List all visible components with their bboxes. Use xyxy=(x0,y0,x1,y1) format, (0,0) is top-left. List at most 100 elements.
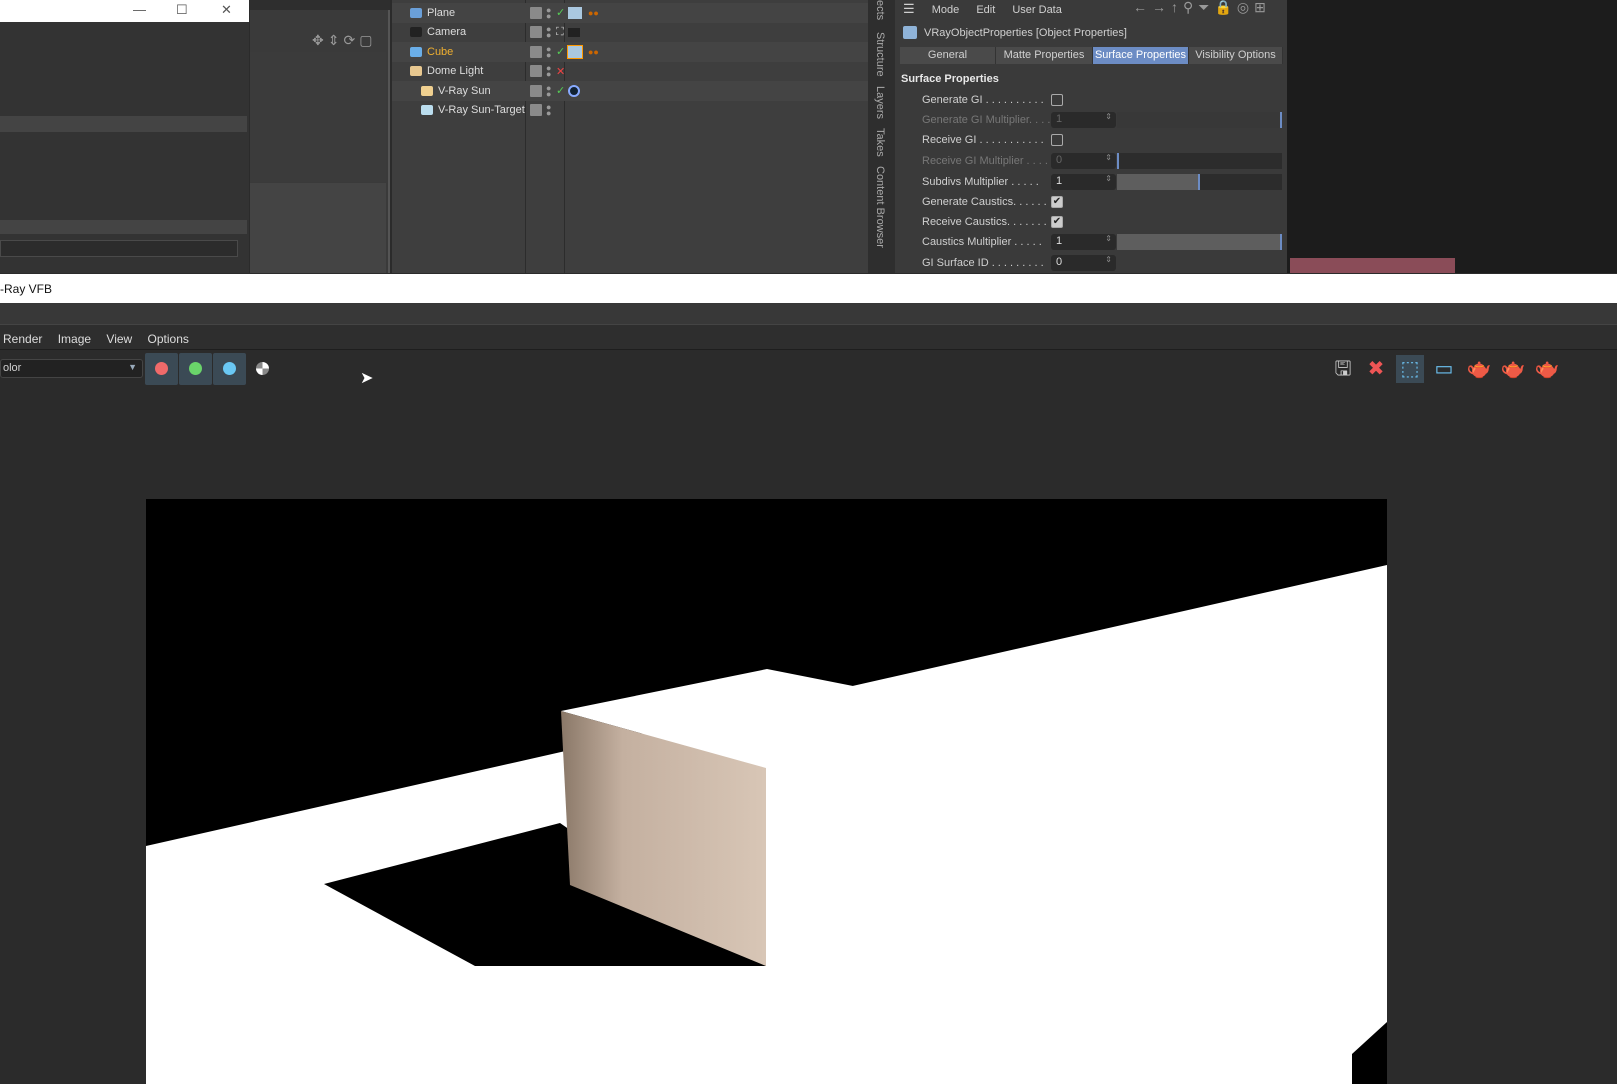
vray-tag-icon[interactable] xyxy=(568,6,582,19)
object-row[interactable]: Cube ● ● ✓ ●● xyxy=(392,42,868,62)
tab-general[interactable]: General xyxy=(900,47,996,64)
channel-select[interactable]: olor ▼ xyxy=(0,359,143,378)
status-check-icon[interactable]: ✓ xyxy=(556,84,565,97)
menu-options[interactable]: Options xyxy=(148,332,189,346)
vfb-titlebar: -Ray VFB xyxy=(0,274,1617,303)
menu-edit[interactable]: Edit xyxy=(976,4,995,16)
prop-number-field[interactable]: 0 ⇕ xyxy=(1051,255,1116,271)
object-name[interactable]: Cube xyxy=(427,46,453,58)
alpha-channel-icon[interactable] xyxy=(256,362,269,375)
vfb-title: -Ray VFB xyxy=(0,282,53,296)
visibility-dots-icon[interactable]: ● ● xyxy=(546,44,551,59)
menu-render[interactable]: Render xyxy=(3,332,42,346)
prop-number-field[interactable]: 1 ⇕ xyxy=(1051,234,1116,250)
menu-mode[interactable]: Mode xyxy=(932,4,960,16)
minimize-button[interactable]: — xyxy=(133,2,146,17)
visibility-dots-icon[interactable]: ● ● xyxy=(546,25,551,40)
prop-slider[interactable] xyxy=(1117,234,1282,250)
layer-tag-icon[interactable] xyxy=(530,26,542,39)
status-x-icon[interactable]: ✕ xyxy=(556,65,565,78)
list-row[interactable] xyxy=(0,116,247,132)
stepper-icon[interactable]: ⇕ xyxy=(1105,234,1112,243)
red-channel-button[interactable] xyxy=(145,353,178,385)
rendered-image[interactable] xyxy=(146,499,1387,1084)
stepper-icon[interactable]: ⇕ xyxy=(1105,112,1112,121)
hamburger-icon[interactable]: ☰ xyxy=(903,1,915,16)
sun-tag-icon[interactable] xyxy=(568,84,580,97)
text-field[interactable] xyxy=(0,240,238,257)
prop-slider[interactable] xyxy=(1117,112,1282,128)
layer-tag-icon[interactable] xyxy=(530,6,542,19)
stepper-icon[interactable]: ⇕ xyxy=(1105,174,1112,183)
3d-viewport[interactable]: ✥⇕⟳▢ xyxy=(250,0,390,273)
material-tag-icon[interactable]: ●● xyxy=(588,47,599,57)
object-name[interactable]: Plane xyxy=(427,7,455,19)
prop-checkbox[interactable]: ✔ xyxy=(1051,216,1063,228)
camera-tag-icon[interactable] xyxy=(568,27,580,37)
object-row[interactable]: Plane ● ● ✓ ●● xyxy=(392,3,868,23)
menu-user-data[interactable]: User Data xyxy=(1012,4,1062,16)
layer-tag-icon[interactable] xyxy=(530,104,542,117)
prop-label: Receive GI . . . . . . . . . . . xyxy=(922,134,1044,146)
render-teapot-icon[interactable]: 🫖 xyxy=(1465,355,1493,383)
prop-checkbox[interactable]: ✔ xyxy=(1051,196,1063,208)
prop-slider[interactable] xyxy=(1117,153,1282,169)
background-window xyxy=(1287,0,1617,273)
stepper-icon[interactable]: ⇕ xyxy=(1105,153,1112,162)
maximize-button[interactable]: ☐ xyxy=(176,2,188,18)
menu-view[interactable]: View xyxy=(106,332,132,346)
prop-number-field[interactable]: 0 ⇕ xyxy=(1051,153,1116,169)
visibility-dots-icon[interactable]: ● ● xyxy=(546,103,551,118)
close-button[interactable]: ✕ xyxy=(221,2,232,18)
clear-image-icon[interactable]: ✖ xyxy=(1362,355,1390,383)
layer-tag-icon[interactable] xyxy=(530,45,542,58)
menu-image[interactable]: Image xyxy=(58,332,91,346)
visibility-dots-icon[interactable]: ● ● xyxy=(546,5,551,20)
visibility-dots-icon[interactable]: ● ● xyxy=(546,83,551,98)
blue-channel-button[interactable] xyxy=(213,353,246,385)
object-row[interactable]: V-Ray Sun ● ● ✓ xyxy=(392,81,868,101)
material-tag-icon[interactable]: ●● xyxy=(588,8,599,18)
prop-value: 1 xyxy=(1056,175,1063,187)
nav-arrows-icon[interactable]: ←→↑⚲⏷🔒◎⊞ xyxy=(1133,0,1271,16)
object-row[interactable]: V-Ray Sun-Target ● ● xyxy=(392,101,868,121)
visibility-dots-icon[interactable]: ● ● xyxy=(546,64,551,79)
tab-content-browser[interactable]: Content Browser xyxy=(874,166,886,248)
prop-number-field[interactable]: 1 ⇕ xyxy=(1051,174,1116,190)
tab-visibility-options[interactable]: Visibility Options xyxy=(1189,47,1283,64)
interactive-teapot-icon[interactable]: 🫖 xyxy=(1533,355,1561,383)
object-name[interactable]: Dome Light xyxy=(427,65,483,77)
stepper-icon[interactable]: ⇕ xyxy=(1105,255,1112,264)
camera-icon xyxy=(410,27,422,38)
list-row[interactable] xyxy=(0,220,247,234)
green-channel-button[interactable] xyxy=(179,353,212,385)
track-mouse-icon[interactable]: ▭ xyxy=(1430,355,1458,383)
section-title: Surface Properties xyxy=(901,73,999,85)
status-check-icon[interactable]: ✓ xyxy=(556,45,565,58)
prop-number-field[interactable]: 1 ⇕ xyxy=(1051,112,1116,128)
tab-takes[interactable]: Takes xyxy=(874,128,886,157)
prop-checkbox[interactable] xyxy=(1051,134,1063,146)
tab-objects[interactable]: ects xyxy=(874,0,886,20)
tab-matte-properties[interactable]: Matte Properties xyxy=(996,47,1093,64)
layer-tag-icon[interactable] xyxy=(530,65,542,78)
tab-layers[interactable]: Layers xyxy=(874,86,886,119)
status-check-icon[interactable]: ✓ xyxy=(556,6,565,19)
object-name[interactable]: V-Ray Sun xyxy=(438,85,491,97)
stop-render-icon[interactable]: 🫖 xyxy=(1499,355,1527,383)
region-render-icon[interactable]: ⬚ xyxy=(1396,355,1424,383)
object-name[interactable]: Camera xyxy=(427,26,466,38)
object-row[interactable]: Dome Light ● ● ✕ xyxy=(392,62,868,82)
status-target-icon[interactable]: ⛶ xyxy=(556,26,564,39)
object-name[interactable]: V-Ray Sun-Target xyxy=(438,104,525,116)
tab-structure[interactable]: Structure xyxy=(874,32,886,77)
prop-slider[interactable] xyxy=(1117,174,1282,190)
tab-surface-properties[interactable]: Surface Properties xyxy=(1093,47,1189,64)
prop-checkbox[interactable] xyxy=(1051,94,1063,106)
layer-tag-icon[interactable] xyxy=(530,84,542,97)
viewport-nav-icons[interactable]: ✥⇕⟳▢ xyxy=(312,32,376,49)
prop-label: GI Surface ID . . . . . . . . . xyxy=(922,257,1044,269)
object-row[interactable]: Camera ● ● ⛶ xyxy=(392,23,868,43)
vray-tag-icon[interactable] xyxy=(567,44,583,59)
save-icon[interactable]: 🖫 xyxy=(1329,355,1357,383)
